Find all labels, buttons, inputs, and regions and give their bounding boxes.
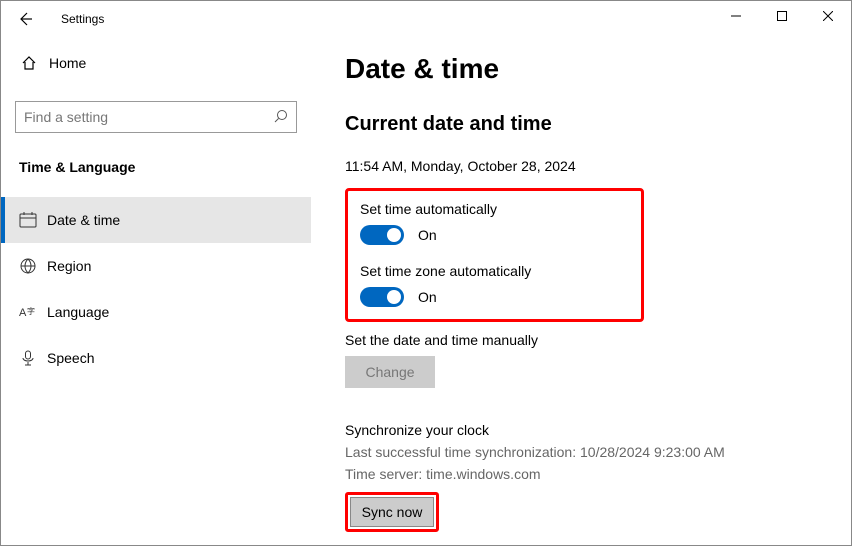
sync-heading: Synchronize your clock (345, 422, 827, 438)
close-button[interactable] (805, 1, 851, 31)
search-icon (274, 109, 288, 126)
microphone-icon (19, 349, 47, 367)
window-title: Settings (61, 12, 104, 26)
home-icon (21, 55, 45, 71)
nav-item-date-time[interactable]: Date & time (1, 197, 311, 243)
home-label: Home (49, 55, 86, 71)
set-time-auto-label: Set time automatically (360, 201, 531, 217)
nav-list: Date & time Region A字 Language Speech (1, 197, 311, 381)
language-icon: A字 (19, 303, 47, 321)
nav-item-speech[interactable]: Speech (1, 335, 311, 381)
current-datetime-value: 11:54 AM, Monday, October 28, 2024 (345, 158, 827, 174)
svg-text:A: A (19, 307, 27, 319)
set-zone-auto-state: On (418, 289, 437, 305)
search-box[interactable] (15, 101, 297, 133)
search-input[interactable] (24, 109, 274, 125)
sync-last: Last successful time synchronization: 10… (345, 444, 827, 460)
titlebar: Settings (1, 1, 851, 37)
page-title: Date & time (345, 53, 827, 85)
minimize-icon (731, 11, 741, 21)
minimize-button[interactable] (713, 1, 759, 31)
sync-server: Time server: time.windows.com (345, 466, 827, 482)
globe-icon (19, 257, 47, 275)
section-heading-current: Current date and time (345, 113, 827, 136)
set-time-auto-toggle[interactable] (360, 225, 404, 245)
back-button[interactable] (7, 1, 43, 37)
maximize-button[interactable] (759, 1, 805, 31)
highlighted-auto-settings: Set time automatically On Set time zone … (345, 188, 644, 322)
category-heading: Time & Language (15, 159, 297, 175)
sync-now-button[interactable]: Sync now (350, 497, 434, 527)
nav-item-region[interactable]: Region (1, 243, 311, 289)
nav-label: Region (47, 258, 91, 274)
nav-label: Language (47, 304, 109, 320)
sync-highlight: Sync now (345, 492, 439, 532)
window-controls (713, 1, 851, 31)
sidebar: Home Time & Language Date & time Region (1, 37, 311, 545)
nav-item-language[interactable]: A字 Language (1, 289, 311, 335)
arrow-left-icon (17, 11, 33, 27)
nav-label: Speech (47, 350, 94, 366)
nav-label: Date & time (47, 212, 120, 228)
set-zone-auto-label: Set time zone automatically (360, 263, 531, 279)
maximize-icon (777, 11, 787, 21)
manual-label: Set the date and time manually (345, 332, 827, 348)
home-link[interactable]: Home (15, 43, 297, 83)
close-icon (823, 11, 833, 21)
change-button: Change (345, 356, 435, 388)
clock-icon (19, 211, 47, 229)
set-zone-auto-toggle[interactable] (360, 287, 404, 307)
set-time-auto-state: On (418, 227, 437, 243)
main-panel: Date & time Current date and time 11:54 … (311, 37, 851, 545)
svg-text:字: 字 (27, 306, 35, 316)
